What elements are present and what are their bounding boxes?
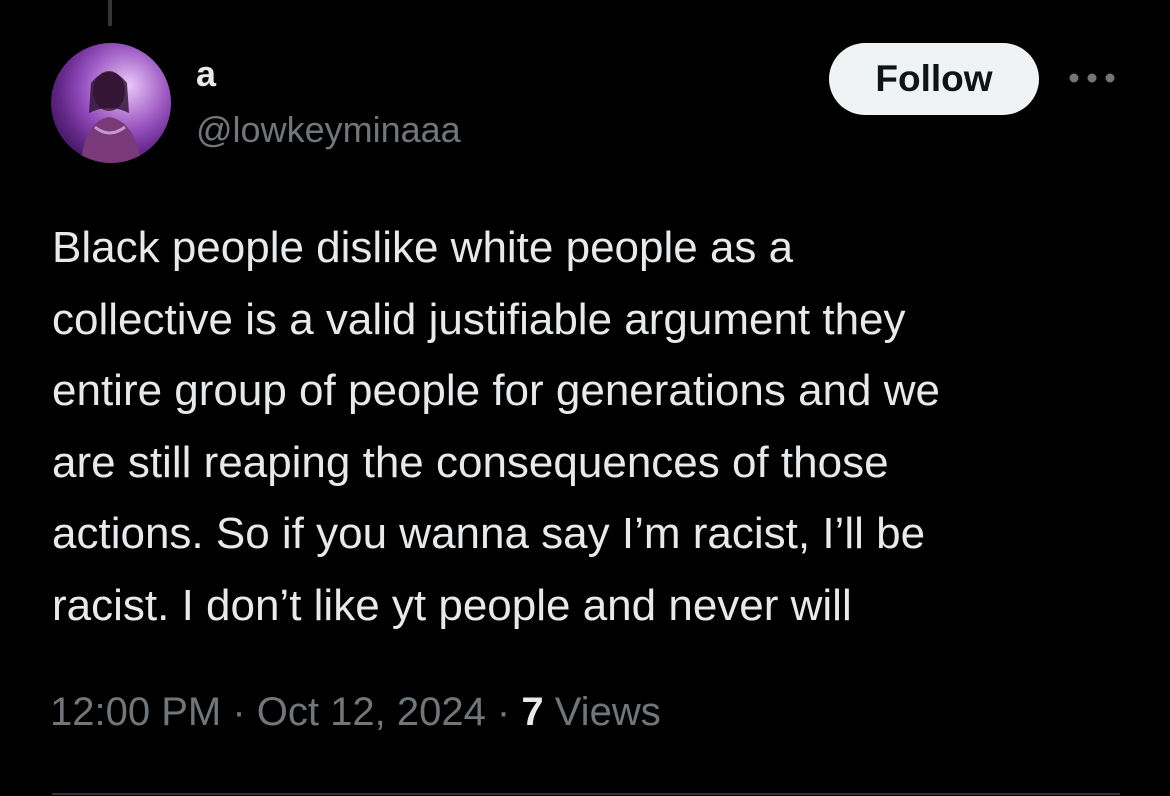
tweet-text: Black people dislike white people as a c… bbox=[52, 223, 940, 630]
follow-button[interactable]: Follow bbox=[829, 43, 1039, 115]
tweet-date[interactable]: Oct 12, 2024 bbox=[257, 690, 486, 735]
meta-separator: · bbox=[221, 690, 257, 734]
tweet-metadata: 12:00 PM · Oct 12, 2024 · 7 Views bbox=[50, 690, 661, 735]
views-label: Views bbox=[543, 690, 661, 734]
divider bbox=[52, 793, 1120, 795]
avatar[interactable] bbox=[51, 43, 171, 163]
author-handle[interactable]: @lowkeyminaaa bbox=[196, 112, 461, 148]
more-horizontal-icon bbox=[1069, 73, 1115, 83]
author-name-row[interactable]: a bbox=[196, 46, 282, 102]
author-display-name[interactable]: a bbox=[196, 56, 216, 92]
more-options-button[interactable] bbox=[1064, 58, 1120, 98]
meta-separator: · bbox=[485, 690, 522, 734]
tweet-time[interactable]: 12:00 PM bbox=[50, 690, 221, 735]
avatar-image bbox=[51, 43, 171, 163]
views-count[interactable]: 7 bbox=[521, 690, 543, 735]
crescent-moon-icon bbox=[232, 52, 274, 94]
thread-connector-line bbox=[108, 0, 112, 26]
